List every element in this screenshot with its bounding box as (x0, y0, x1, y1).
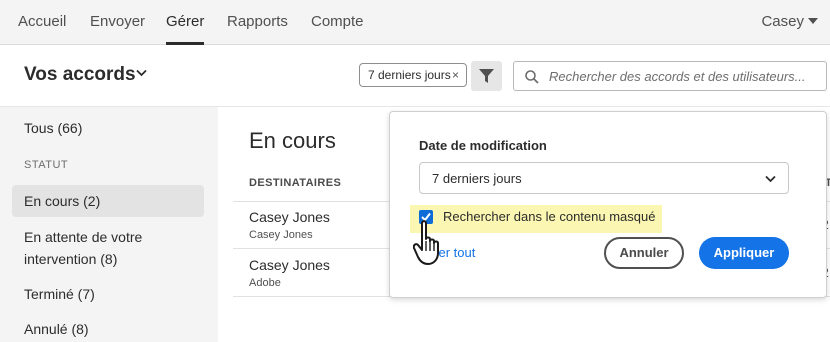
top-nav: Accueil Envoyer Gérer Rapports Compte Ca… (0, 0, 830, 45)
chevron-down-icon (765, 175, 776, 183)
user-name: Casey (761, 13, 804, 30)
search-icon (525, 70, 539, 84)
search-box[interactable] (513, 61, 827, 91)
cancel-button[interactable]: Annuler (604, 237, 684, 269)
nav-gerer[interactable]: Gérer (166, 13, 204, 30)
date-range-value: 7 derniers jours (432, 171, 522, 186)
search-input[interactable] (549, 66, 821, 86)
section-title: En cours (249, 128, 336, 153)
nav-rapports[interactable]: Rapports (227, 13, 288, 30)
sidebar-item-all[interactable]: Tous (66) (24, 117, 82, 139)
date-range-select[interactable]: 7 derniers jours (419, 162, 789, 194)
nav-compte[interactable]: Compte (311, 13, 364, 30)
date-modified-label: Date de modification (419, 138, 547, 153)
chevron-down-icon[interactable] (136, 69, 147, 77)
caret-down-icon (808, 18, 818, 24)
user-menu[interactable]: Casey (761, 13, 818, 30)
sidebar-item-waiting[interactable]: En attente de votre intervention (8) (24, 226, 194, 270)
filter-icon (479, 69, 494, 83)
row-recipient-sub: Adobe (249, 277, 281, 289)
hand-cursor-icon (413, 220, 439, 265)
sidebar-item-cancelled[interactable]: Annulé (8) (24, 318, 89, 340)
date-filter-chip[interactable]: 7 derniers jours × (359, 63, 467, 87)
sidebar: Tous (66) STATUT En cours (2) En attente… (0, 107, 218, 342)
apply-button[interactable]: Appliquer (699, 237, 789, 269)
nav-accueil[interactable]: Accueil (18, 13, 66, 30)
row-recipient-name: Casey Jones (249, 209, 330, 225)
chip-label: 7 derniers jours (368, 68, 451, 82)
hidden-content-label[interactable]: Rechercher dans le contenu masqué (443, 209, 655, 224)
sidebar-item-completed[interactable]: Terminé (7) (24, 283, 95, 305)
nav-envoyer[interactable]: Envoyer (90, 13, 145, 30)
close-icon[interactable]: × (452, 68, 459, 82)
page-title[interactable]: Vos accords (24, 64, 136, 86)
filter-popover: Date de modification 7 derniers jours Re… (389, 111, 827, 298)
row-recipient-name: Casey Jones (249, 257, 330, 273)
page-header: Vos accords 7 derniers jours × (0, 45, 830, 107)
filter-button[interactable] (471, 61, 502, 91)
column-header-recipients[interactable]: DESTINATAIRES (249, 177, 341, 189)
row-recipient-sub: Casey Jones (249, 229, 313, 241)
sidebar-section-heading: STATUT (24, 159, 69, 171)
sidebar-item-in-progress[interactable]: En cours (2) (24, 190, 100, 212)
